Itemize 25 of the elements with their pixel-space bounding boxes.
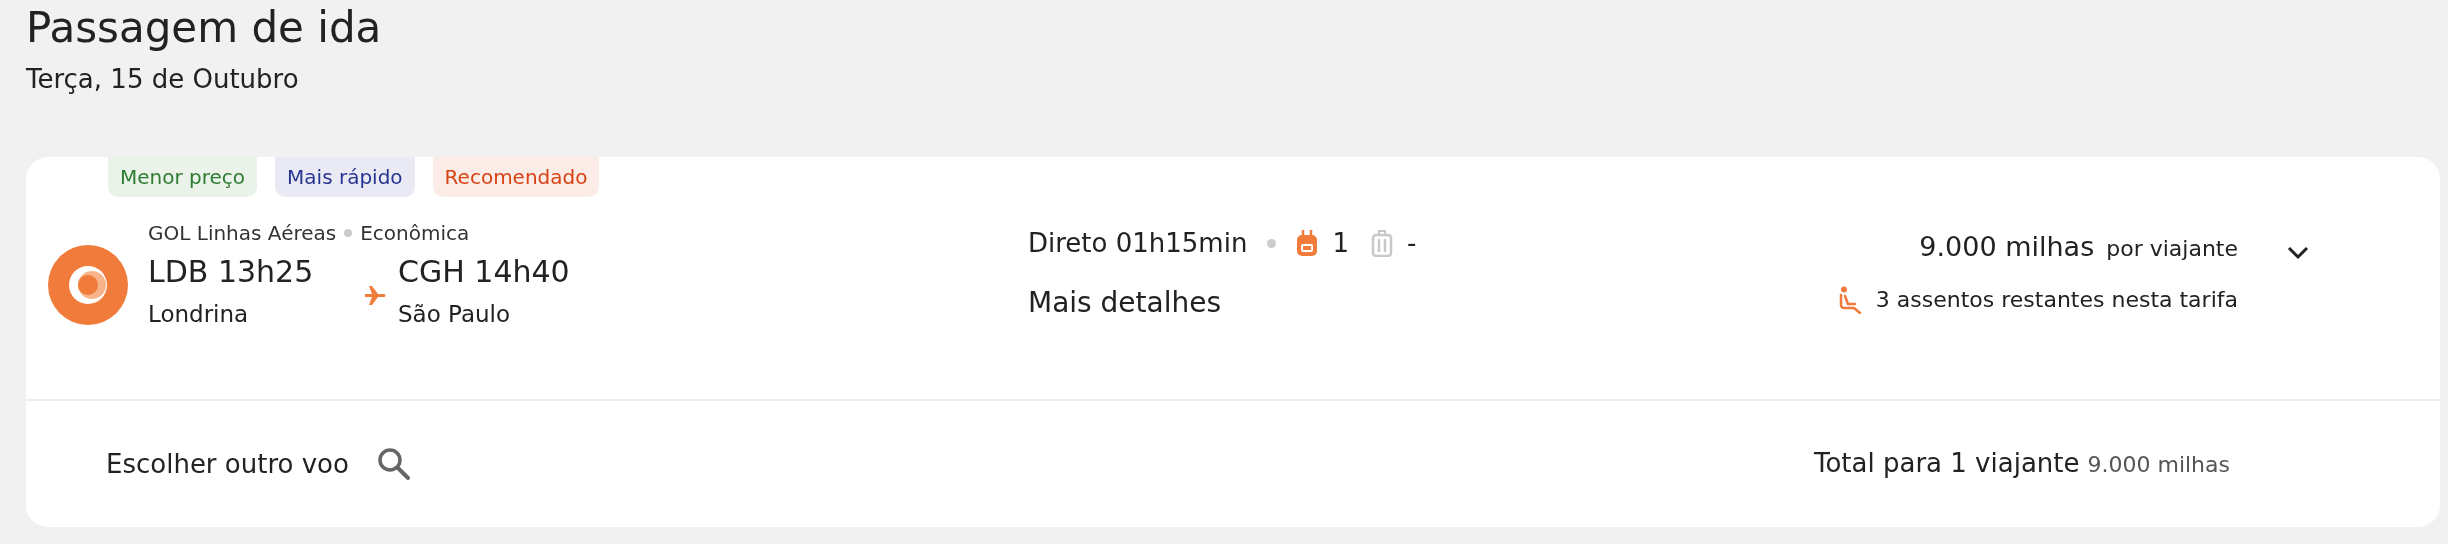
tag: Recomendado [432, 157, 600, 197]
page-title: Passagem de ida [26, 2, 383, 54]
seats-remaining: 3 assentos restantes nesta tarifa [1875, 286, 2238, 314]
chevron-icon [2287, 246, 2309, 260]
seat-icon [1837, 286, 1864, 314]
choose-other-flight[interactable]: Escolher outro voo [106, 444, 349, 484]
cabin-class: Econômica [360, 220, 470, 247]
flight-duration: Direto 01h15min [1028, 227, 1248, 260]
tag: Menor preço [108, 157, 258, 197]
airplane-icon [363, 283, 387, 307]
departure-time: LDB 13h25 [148, 253, 315, 291]
airline-name: GOL Linhas Aéreas [148, 220, 337, 247]
price: 9.000 milhas [1919, 230, 2095, 264]
date-subtitle: Terça, 15 de Outubro [26, 63, 300, 96]
total-label: Total para 1 viajante [1814, 447, 2080, 480]
arrival-time: CGH 14h40 [398, 253, 570, 291]
total-value: 9.000 milhas [2087, 451, 2230, 479]
baggage-count: - [1406, 227, 1417, 260]
arrival-city: São Paulo [398, 300, 512, 329]
baggage-count: 1 [1332, 227, 1349, 260]
details-link[interactable]: Mais detalhes [1028, 283, 1222, 323]
price-unit: por viajante [2106, 235, 2238, 263]
search-icon[interactable] [376, 447, 411, 481]
tag: Mais rápido [275, 157, 415, 197]
departure-city: Londrina [148, 300, 250, 329]
